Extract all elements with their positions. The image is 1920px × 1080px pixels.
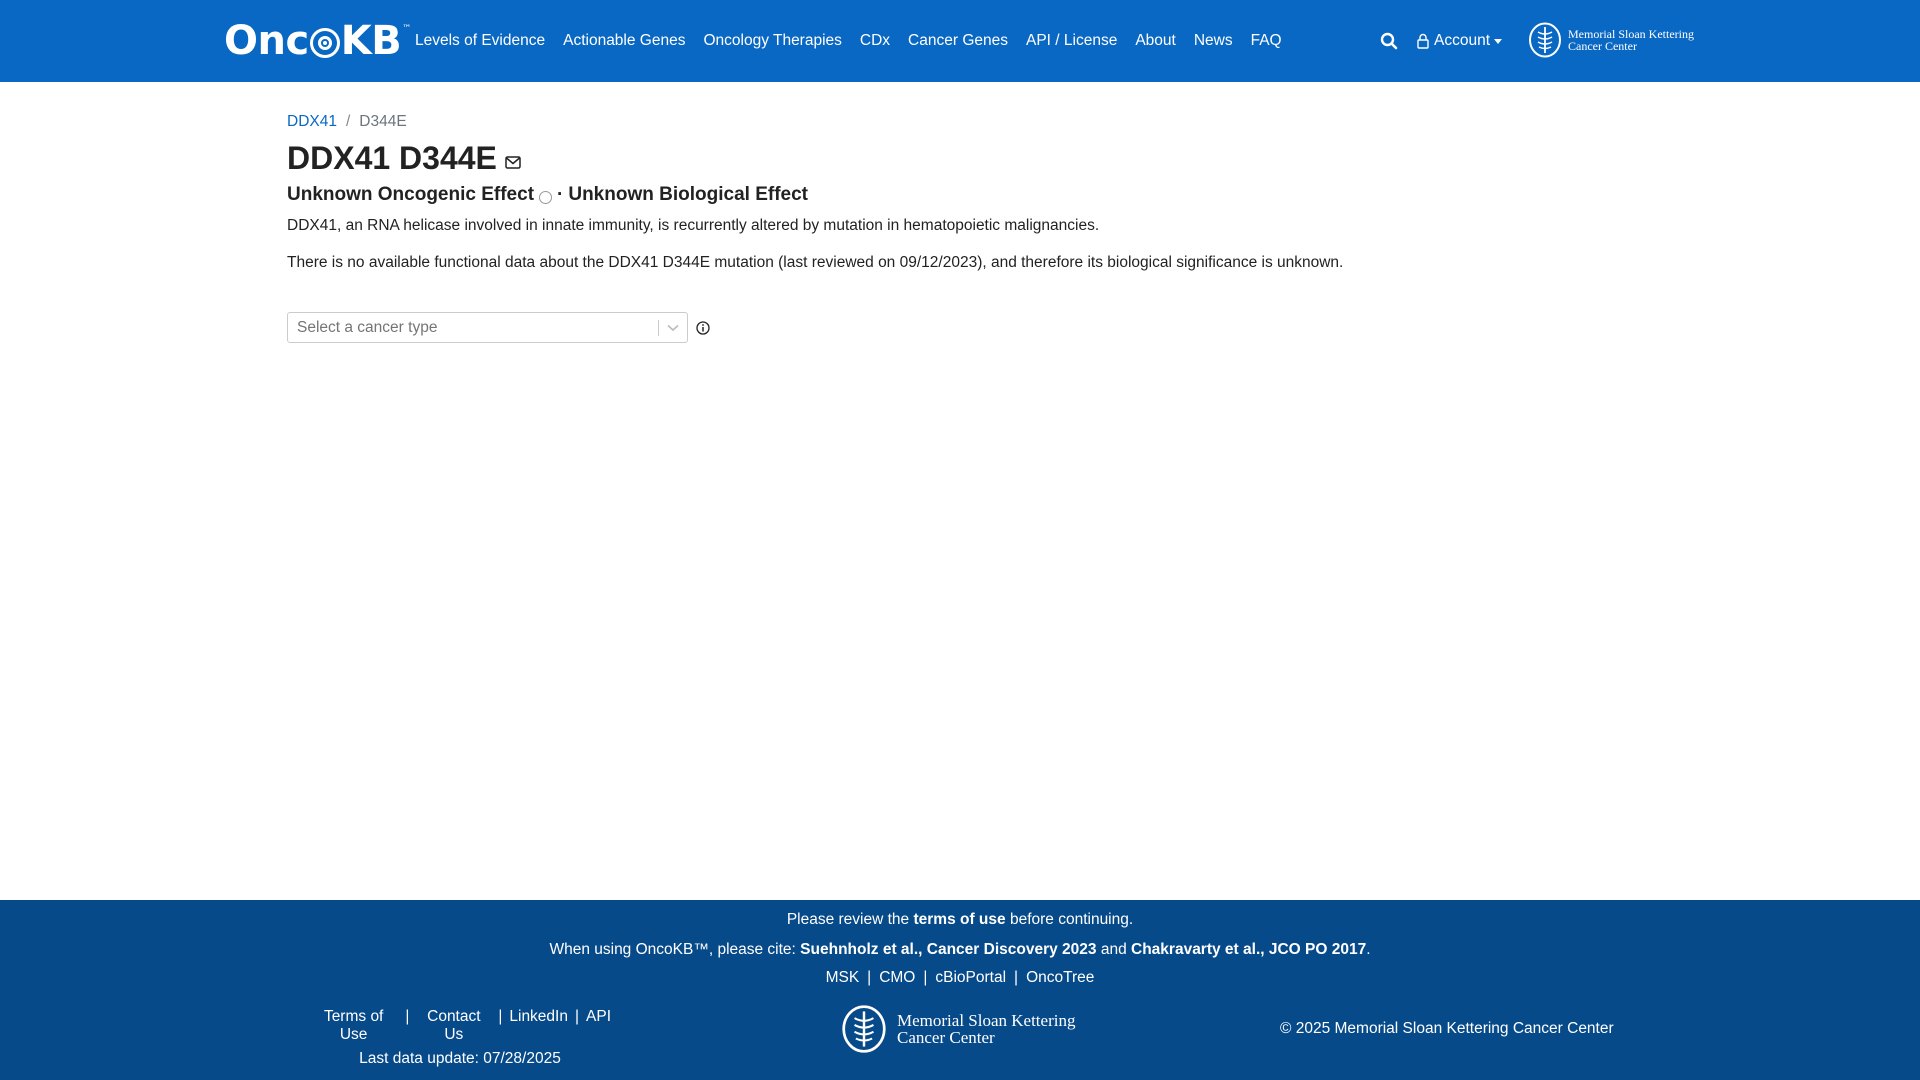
nav-links: Levels of Evidence Actionable Genes Onco… [406, 0, 1291, 82]
page-title-row: DDX41 D344E [287, 140, 521, 177]
biological-effect: Unknown Biological Effect [568, 184, 808, 205]
logo-text-prefix: Onc [224, 18, 309, 64]
nav-cancer-genes[interactable]: Cancer Genes [899, 32, 1017, 50]
nav-actionable-genes[interactable]: Actionable Genes [554, 32, 694, 50]
last-data-update: Last data update: 07/28/2025 [359, 1050, 561, 1067]
msk-emblem-icon [1529, 22, 1561, 58]
page-title: DDX41 D344E [287, 140, 497, 176]
footer-terms-notice: Please review the terms of use before co… [0, 911, 1920, 929]
nav-cdx[interactable]: CDx [851, 32, 899, 50]
footer-partner-links: MSK | CMO | cBioPortal | OncoTree [0, 969, 1920, 987]
caret-down-icon [1494, 38, 1503, 44]
footer-link-cmo[interactable]: CMO [871, 969, 923, 987]
gene-description: DDX41, an RNA helicase involved in innat… [287, 217, 1100, 234]
terms-of-use-link[interactable]: terms of use [913, 911, 1005, 928]
account-label: Account [1434, 32, 1491, 49]
cite-ref-chakravarty[interactable]: Chakravarty et al., JCO PO 2017 [1131, 941, 1366, 958]
chevron-down-icon[interactable] [659, 318, 687, 338]
search-icon[interactable] [1380, 32, 1398, 50]
footer-copyright: © 2025 Memorial Sloan Kettering Cancer C… [1280, 1020, 1614, 1037]
footer-linkedin[interactable]: LinkedIn [502, 1008, 575, 1044]
footer-link-cbioportal[interactable]: cBioPortal [927, 969, 1014, 987]
footer-api[interactable]: API [579, 1008, 618, 1044]
nav-about[interactable]: About [1126, 32, 1185, 50]
oncogenic-effect: Unknown Oncogenic Effect [287, 184, 535, 205]
breadcrumb-current: D344E [359, 113, 407, 130]
target-icon [309, 28, 340, 58]
nav-api-license[interactable]: API / License [1017, 32, 1126, 50]
effect-summary: Unknown Oncogenic Effect · Unknown Biolo… [287, 184, 808, 206]
nav-faq[interactable]: FAQ [1242, 32, 1291, 50]
footer-left: Terms of Use | Contact Us | LinkedIn | API … [302, 1008, 618, 1068]
nav-levels-of-evidence[interactable]: Levels of Evidence [406, 32, 554, 50]
nav-right: Account [1380, 0, 1503, 82]
info-icon[interactable] [696, 321, 710, 335]
msk-footer-text: Memorial Sloan Kettering Cancer Center [897, 1012, 1075, 1046]
cite-text-and: and [1096, 941, 1132, 958]
nav-news[interactable]: News [1185, 32, 1242, 50]
logo-text-suffix: KB [340, 18, 402, 64]
footer-link-oncotree[interactable]: OncoTree [1018, 969, 1102, 987]
cancer-type-select[interactable]: Select a cancer type [287, 312, 688, 343]
breadcrumb-gene-link[interactable]: DDX41 [287, 113, 337, 131]
oncogenicity-circle-icon[interactable] [539, 190, 553, 204]
breadcrumb-separator: / [345, 113, 351, 130]
footer-link-msk[interactable]: MSK [818, 969, 868, 987]
msk-footer-logo[interactable]: Memorial Sloan Kettering Cancer Center [841, 1004, 1075, 1054]
msk-footer-line1: Memorial Sloan Kettering [897, 1011, 1076, 1030]
msk-header-line2: Cancer Center [1568, 39, 1637, 53]
effect-separator: · [557, 184, 564, 205]
oncokb-logo[interactable]: Onc KB ™ [224, 18, 411, 64]
terms-text-before: Please review the [786, 911, 914, 928]
cite-ref-suehnholz[interactable]: Suehnholz et al., Cancer Discovery 2023 [800, 941, 1096, 958]
msk-header-text: Memorial Sloan Kettering Cancer Center [1568, 28, 1694, 52]
msk-footer-line2: Cancer Center [897, 1028, 995, 1047]
nav-oncology-therapies[interactable]: Oncology Therapies [694, 32, 850, 50]
envelope-icon[interactable] [505, 156, 521, 169]
footer-terms-of-use[interactable]: Terms of Use [302, 1008, 405, 1044]
terms-text-after: before continuing. [1005, 911, 1134, 928]
top-navbar: Onc KB ™ Levels of Evidence Actionable G… [0, 0, 1920, 82]
breadcrumb: DDX41 / D344E [287, 113, 407, 131]
footer-contact-us[interactable]: Contact Us [409, 1008, 498, 1044]
cite-text-before: When using OncoKB™, please cite: [549, 941, 801, 958]
cite-text-end: . [1366, 941, 1371, 958]
account-menu[interactable]: Account [1416, 32, 1503, 50]
cancer-type-placeholder: Select a cancer type [297, 318, 438, 336]
msk-header-logo[interactable]: Memorial Sloan Kettering Cancer Center [1528, 22, 1694, 58]
mutation-description: There is no available functional data ab… [287, 254, 1344, 271]
msk-emblem-icon [842, 1005, 886, 1053]
footer-citation: When using OncoKB™, please cite: Suehnho… [0, 941, 1920, 959]
user-icon [1417, 33, 1429, 49]
